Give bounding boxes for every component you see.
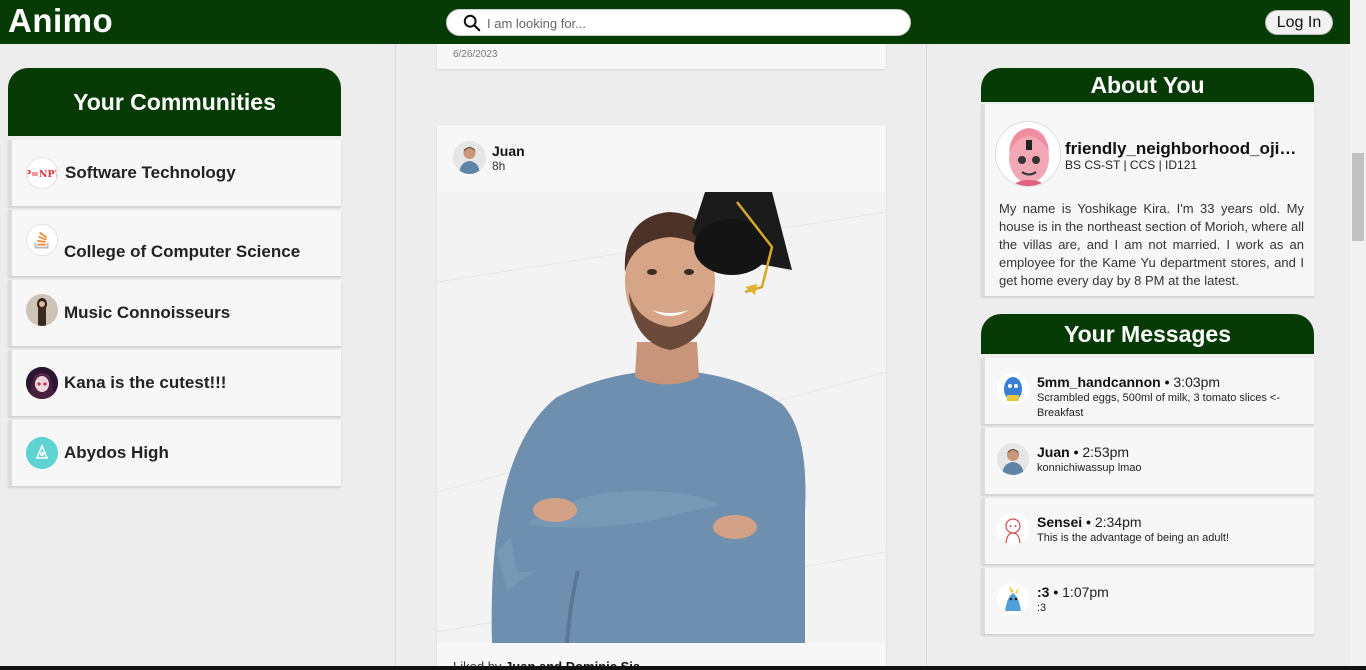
messages-title: Your Messages <box>981 314 1314 354</box>
message-avatar <box>997 373 1029 405</box>
post-time: 8h <box>492 159 506 173</box>
sender-name: 5mm_handcannon <box>1037 374 1161 390</box>
message-avatar <box>997 513 1029 545</box>
message-item[interactable]: :3 • 1:07pm :3 <box>981 568 1314 634</box>
message-preview: Scrambled eggs, 500ml of milk, 3 tomato … <box>1037 392 1281 419</box>
profile-avatar[interactable] <box>995 121 1061 187</box>
abydos-icon <box>26 437 58 469</box>
message-item[interactable]: Juan • 2:53pm konnichiwassup lmao <box>981 428 1314 494</box>
post-author-avatar[interactable] <box>453 141 486 174</box>
message-time: 1:07pm <box>1062 584 1109 600</box>
sender-name: Juan <box>1037 444 1070 460</box>
community-label: Kana is the cutest!!! <box>64 373 227 392</box>
previous-post-card[interactable]: 6/26/2023 <box>437 44 886 69</box>
search-icon[interactable] <box>463 14 481 32</box>
sender-name: :3 <box>1037 584 1050 600</box>
search-input[interactable] <box>487 13 887 33</box>
post-header: Juan 8h <box>437 125 886 192</box>
community-item-kana[interactable]: Kana is the cutest!!! <box>8 350 341 416</box>
pnp-icon: P=NP? <box>26 157 58 189</box>
stack-overflow-icon <box>26 224 58 256</box>
scrollbar-thumb[interactable] <box>1352 153 1364 241</box>
messages-panel: Your Messages 5mm_handcannon • 3:03pm Sc… <box>981 314 1314 634</box>
message-item[interactable]: Sensei • 2:34pm This is the advantage of… <box>981 498 1314 564</box>
community-item-ccs[interactable]: College of Computer Science <box>8 210 341 276</box>
search-bar[interactable] <box>446 9 911 36</box>
profile-bio: My name is Yoshikage Kira. I'm 33 years … <box>999 201 1304 288</box>
page-scrollbar[interactable] <box>1350 0 1366 670</box>
community-item-software-technology[interactable]: P=NP? Software Technology <box>8 140 341 206</box>
community-label: Music Connoisseurs <box>64 303 231 322</box>
login-button[interactable]: Log In <box>1265 10 1333 35</box>
community-item-music[interactable]: Music Connoisseurs <box>8 280 341 346</box>
profile-meta: BS CS-ST | CCS | ID121 <box>1065 158 1198 172</box>
anime-avatar-icon <box>26 367 58 399</box>
message-time: 3:03pm <box>1173 374 1221 390</box>
profile-username[interactable]: friendly_neighborhood_ojisan <box>1065 139 1305 159</box>
message-avatar <box>997 583 1029 615</box>
community-label: College of Computer Science <box>64 242 301 261</box>
post-author-name[interactable]: Juan <box>492 143 525 159</box>
app-logo[interactable]: Animo <box>8 2 113 40</box>
community-item-abydos[interactable]: Abydos High <box>8 420 341 486</box>
message-preview: konnichiwassup lmao <box>1037 462 1142 474</box>
message-sender: Juan • 2:53pm <box>1037 444 1130 460</box>
post-date: 6/26/2023 <box>453 49 498 60</box>
sender-name: Sensei <box>1037 514 1083 530</box>
music-avatar-icon <box>26 294 58 326</box>
message-preview: :3 <box>1037 602 1047 614</box>
message-sender: 5mm_handcannon • 3:03pm <box>1037 374 1221 390</box>
top-navbar: Animo Log In <box>0 0 1350 44</box>
message-sender: Sensei • 2:34pm <box>1037 514 1142 530</box>
communities-title: Your Communities <box>8 68 341 136</box>
post-image[interactable] <box>437 192 886 643</box>
message-time: 2:34pm <box>1094 514 1142 530</box>
message-item[interactable]: 5mm_handcannon • 3:03pm Scrambled eggs, … <box>981 358 1314 424</box>
community-label: Software Technology <box>65 163 236 182</box>
post-card[interactable]: Juan 8h Liked by Juan and Dominic Sia <box>437 125 886 670</box>
about-card: friendly_neighborhood_ojisan BS CS-ST | … <box>981 104 1314 296</box>
message-preview: This is the advantage of being an adult! <box>1037 532 1230 544</box>
community-label: Abydos High <box>64 443 169 462</box>
about-title: About You <box>981 68 1314 102</box>
communities-panel: Your Communities P=NP? Software Technolo… <box>8 68 341 486</box>
window-bottom-edge <box>0 666 1366 670</box>
message-sender: :3 • 1:07pm <box>1037 584 1109 600</box>
message-avatar <box>997 443 1029 475</box>
svg-text:P=NP?: P=NP? <box>27 169 57 180</box>
message-time: 2:53pm <box>1082 444 1130 460</box>
about-panel: About You friendly_neighborhood_ojisan B… <box>981 68 1314 296</box>
